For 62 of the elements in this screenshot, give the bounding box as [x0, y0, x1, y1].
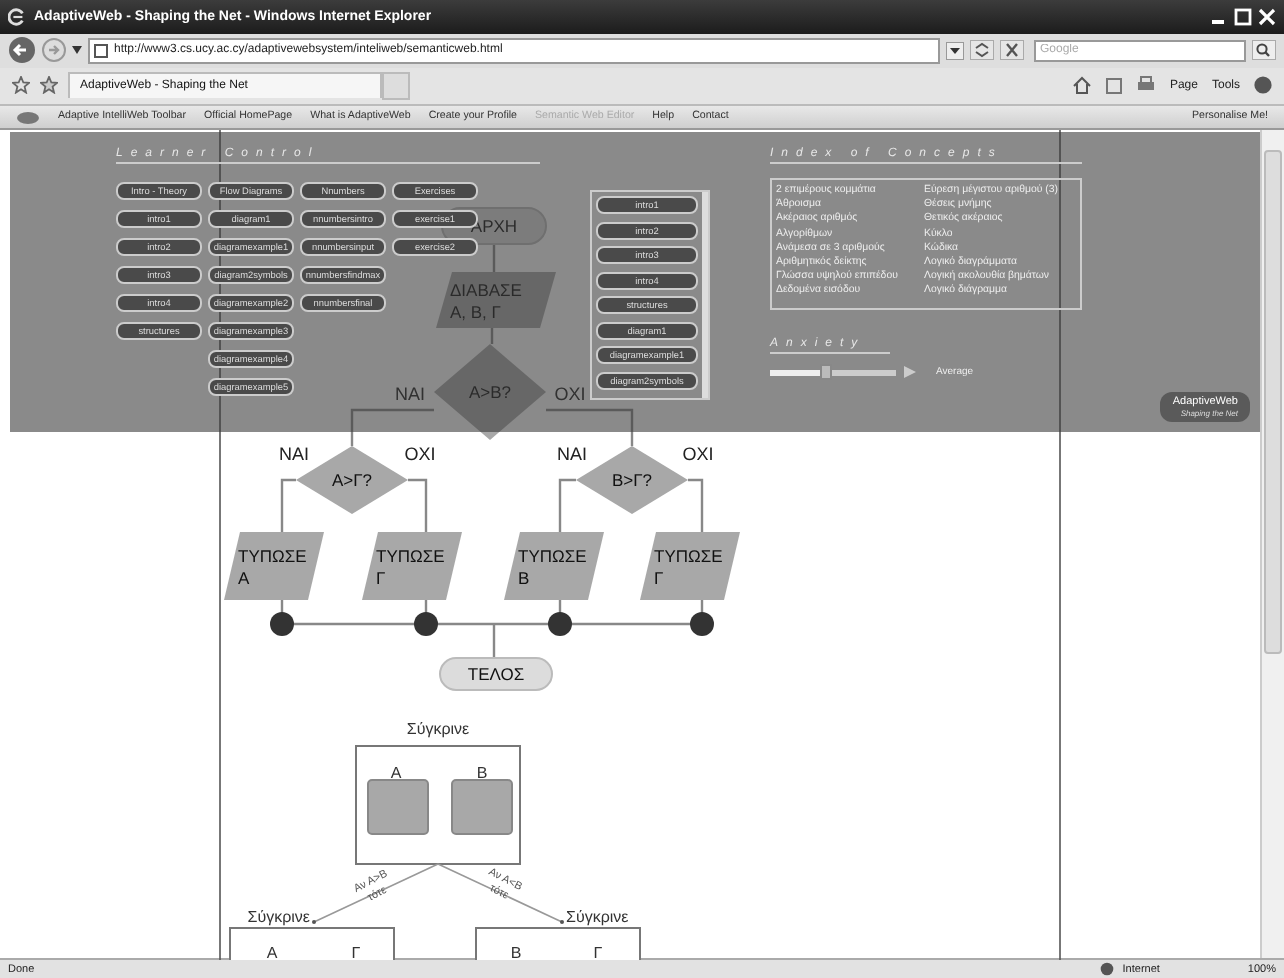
connector-line	[558, 479, 576, 533]
io-shape	[362, 532, 462, 601]
node-label: ΤΥΠΩΣΕ Γ	[654, 546, 723, 589]
dropdown-icon[interactable]	[946, 41, 964, 60]
connector-line	[492, 244, 496, 275]
toolbar-logo-icon	[16, 109, 40, 124]
connector-line	[688, 479, 704, 533]
variable-label: Γ	[351, 944, 361, 961]
caret-icon[interactable]	[72, 46, 82, 55]
compare-title: Σύγκρινε	[406, 720, 470, 739]
refresh-icon[interactable]	[970, 40, 994, 61]
close-icon[interactable]	[1258, 7, 1276, 26]
variable-square	[367, 779, 429, 836]
print-icon[interactable]	[1135, 76, 1156, 95]
node-label: Α>Γ?	[331, 470, 373, 491]
io-shape	[504, 532, 604, 601]
anxiety-slider[interactable]	[770, 369, 896, 376]
add-favorite-star-icon[interactable]	[40, 76, 58, 95]
branch-arrow	[312, 863, 439, 925]
branch-arrow	[437, 863, 564, 925]
io-shape	[224, 532, 324, 601]
maximize-icon[interactable]	[1234, 7, 1252, 26]
io-shape	[640, 532, 740, 601]
io-shape	[436, 272, 556, 329]
search-icon[interactable]	[1252, 40, 1276, 61]
scrollbar[interactable]	[1260, 130, 1284, 959]
stop-icon[interactable]	[1000, 40, 1024, 61]
branch-label: ΝΑΙ	[395, 384, 425, 405]
branch-label: ΟΧΙ	[404, 444, 436, 465]
favorites-star-icon[interactable]	[12, 76, 30, 95]
node-label: ΤΕΛΟΣ	[467, 664, 525, 685]
variable-label: Γ	[593, 944, 603, 961]
decision-shape	[434, 344, 546, 441]
node-label: ΤΥΠΩΣΕ Α	[238, 546, 307, 589]
node-label: Α>Β?	[468, 382, 512, 403]
node-label: ΤΥΠΩΣΕ Γ	[376, 546, 445, 589]
connector-line	[408, 479, 428, 533]
junction-dot	[690, 612, 714, 637]
node-label: ΤΥΠΩΣΕ Β	[518, 546, 587, 589]
branch-label: ΟΧΙ	[682, 444, 714, 465]
connector-line	[546, 409, 634, 447]
node-label: Β>Γ?	[611, 470, 653, 491]
connector-line	[350, 409, 434, 447]
browser-icon	[8, 7, 26, 26]
variable-label: Α	[390, 764, 402, 783]
compare-title: Σύγκρινε	[566, 908, 629, 927]
junction-dot	[270, 612, 294, 637]
branch-label: ΝΑΙ	[279, 444, 309, 465]
branch-label: ΟΧΙ	[554, 384, 586, 405]
compare-title: Σύγκρινε	[247, 908, 310, 927]
variable-label: Β	[510, 944, 522, 961]
variable-label: Β	[476, 764, 488, 783]
junction-dot	[548, 612, 572, 637]
back-icon[interactable]	[8, 36, 36, 65]
connector-line	[280, 479, 296, 533]
node-label: ΔΙΑΒΑΣΕ Α, Β, Γ	[450, 280, 522, 323]
junction-dot	[414, 612, 438, 637]
terminal-shape	[439, 657, 553, 692]
variable-label: Α	[266, 944, 278, 961]
branch-label: ΝΑΙ	[557, 444, 587, 465]
variable-square	[451, 779, 513, 836]
home-icon[interactable]	[1071, 76, 1092, 95]
